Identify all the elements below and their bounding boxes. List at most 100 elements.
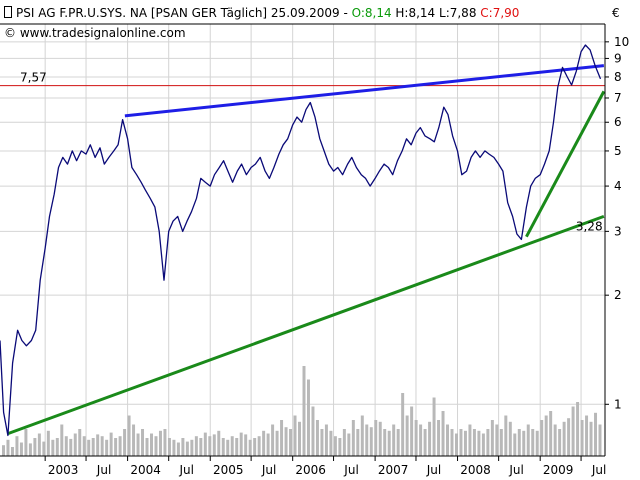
volume-bar xyxy=(387,430,391,456)
volume-bar xyxy=(553,424,557,456)
volume-bar xyxy=(51,439,55,456)
trendline-long-term-support xyxy=(7,214,605,436)
volume-bar xyxy=(176,442,180,456)
chart-header: PSI AG F.PR.U.SYS. NA [PSAN GER Täglich]… xyxy=(16,6,519,20)
volume-bar xyxy=(248,439,252,456)
volume-bar xyxy=(275,430,279,456)
volume-bar xyxy=(163,429,167,456)
volume-bar xyxy=(531,429,535,456)
volume-bar xyxy=(311,406,315,456)
volume-bar xyxy=(154,436,158,456)
y-tick-label: 6 xyxy=(614,115,622,129)
volume-bar xyxy=(266,433,270,456)
volume-bar xyxy=(194,436,198,456)
y-tick-label: 7 xyxy=(614,91,622,105)
volume-bar xyxy=(293,415,297,456)
volume-bar xyxy=(463,430,467,456)
x-tick-label: Jul xyxy=(426,463,441,477)
volume-bar xyxy=(239,432,243,456)
volume-bar xyxy=(203,432,207,456)
y-tick-label: 5 xyxy=(614,144,622,158)
volume-bar xyxy=(33,438,37,456)
volume-bar xyxy=(69,438,73,456)
volume-bar xyxy=(73,433,77,456)
volume-bar xyxy=(329,430,333,456)
volume-bar xyxy=(42,441,46,456)
level-label: 7,57 xyxy=(20,71,47,85)
trendline-resistance xyxy=(124,64,605,118)
volume-bar xyxy=(549,411,553,456)
volume-bar xyxy=(468,424,472,456)
volume-bar xyxy=(82,436,86,456)
volume-bar xyxy=(127,415,131,456)
volume-bar xyxy=(338,438,342,456)
volume-bar xyxy=(320,429,324,456)
volume-bar xyxy=(60,424,64,456)
volume-bar xyxy=(181,438,185,456)
volume-bar xyxy=(446,424,450,456)
volume-bar xyxy=(486,429,490,456)
x-tick-label: 2005 xyxy=(213,463,244,477)
volume-bar xyxy=(544,415,548,456)
volume-bar xyxy=(284,427,288,456)
volume-bar xyxy=(378,421,382,456)
volume-bar xyxy=(580,420,584,456)
volume-bar xyxy=(508,421,512,456)
x-tick-label: 2007 xyxy=(378,463,409,477)
volume-bar xyxy=(208,436,212,456)
volume-bar xyxy=(495,424,499,456)
volume-bar xyxy=(244,434,248,456)
x-tick-label: Jul xyxy=(508,463,523,477)
volume-bar xyxy=(401,393,405,456)
volume-bar xyxy=(253,438,257,456)
axes: 1 2 3 4 5 6 7 8 9 10 2003 Jul 2004 Jul 2005 Jul 2006 Jul 2… xyxy=(0,23,629,477)
volume-bar xyxy=(481,433,485,456)
volume-bar xyxy=(46,430,50,456)
volume-bars xyxy=(2,366,602,456)
volume-bar xyxy=(185,441,189,456)
volume-bar xyxy=(374,420,378,456)
currency-symbol: € xyxy=(612,6,620,20)
volume-bar xyxy=(594,412,598,456)
header-icon xyxy=(4,6,12,18)
volume-bar xyxy=(365,424,369,456)
volume-bar xyxy=(226,439,230,456)
volume-bar xyxy=(347,433,351,456)
volume-bar xyxy=(118,436,122,456)
volume-bar xyxy=(10,447,14,456)
volume-bar xyxy=(571,406,575,456)
volume-bar xyxy=(567,418,571,456)
volume-bar xyxy=(289,429,293,456)
volume-bar xyxy=(324,424,328,456)
volume-bar xyxy=(132,424,136,456)
volume-bar xyxy=(369,427,373,456)
volume-bar xyxy=(437,420,441,456)
volume-bar xyxy=(522,430,526,456)
price-line xyxy=(0,44,602,437)
y-tick-label: 9 xyxy=(614,51,622,65)
volume-bar xyxy=(37,433,41,456)
volume-bar xyxy=(64,436,68,456)
y-tick-label: 3 xyxy=(614,224,622,238)
volume-bar xyxy=(450,429,454,456)
volume-bar xyxy=(432,397,436,456)
volume-bar xyxy=(490,420,494,456)
header-credit: © www.tradesignalonline.com xyxy=(4,26,186,40)
volume-bar xyxy=(419,424,423,456)
volume-bar xyxy=(428,421,432,456)
trendline-short-term-support xyxy=(525,90,606,238)
header-open: O:8,14 xyxy=(352,6,392,20)
volume-bar xyxy=(24,429,28,456)
volume-bar xyxy=(356,429,360,456)
volume-bar xyxy=(105,439,109,456)
volume-bar xyxy=(513,433,517,456)
y-tick-label: 8 xyxy=(614,70,622,84)
volume-bar xyxy=(351,420,355,456)
x-tick-label: 2008 xyxy=(460,463,491,477)
volume-bar xyxy=(306,379,310,456)
volume-bar xyxy=(123,429,127,456)
volume-bar xyxy=(96,434,100,456)
trendline-label: 3,28 xyxy=(576,219,603,233)
x-tick-label: 2003 xyxy=(48,463,79,477)
volume-bar xyxy=(333,436,337,456)
